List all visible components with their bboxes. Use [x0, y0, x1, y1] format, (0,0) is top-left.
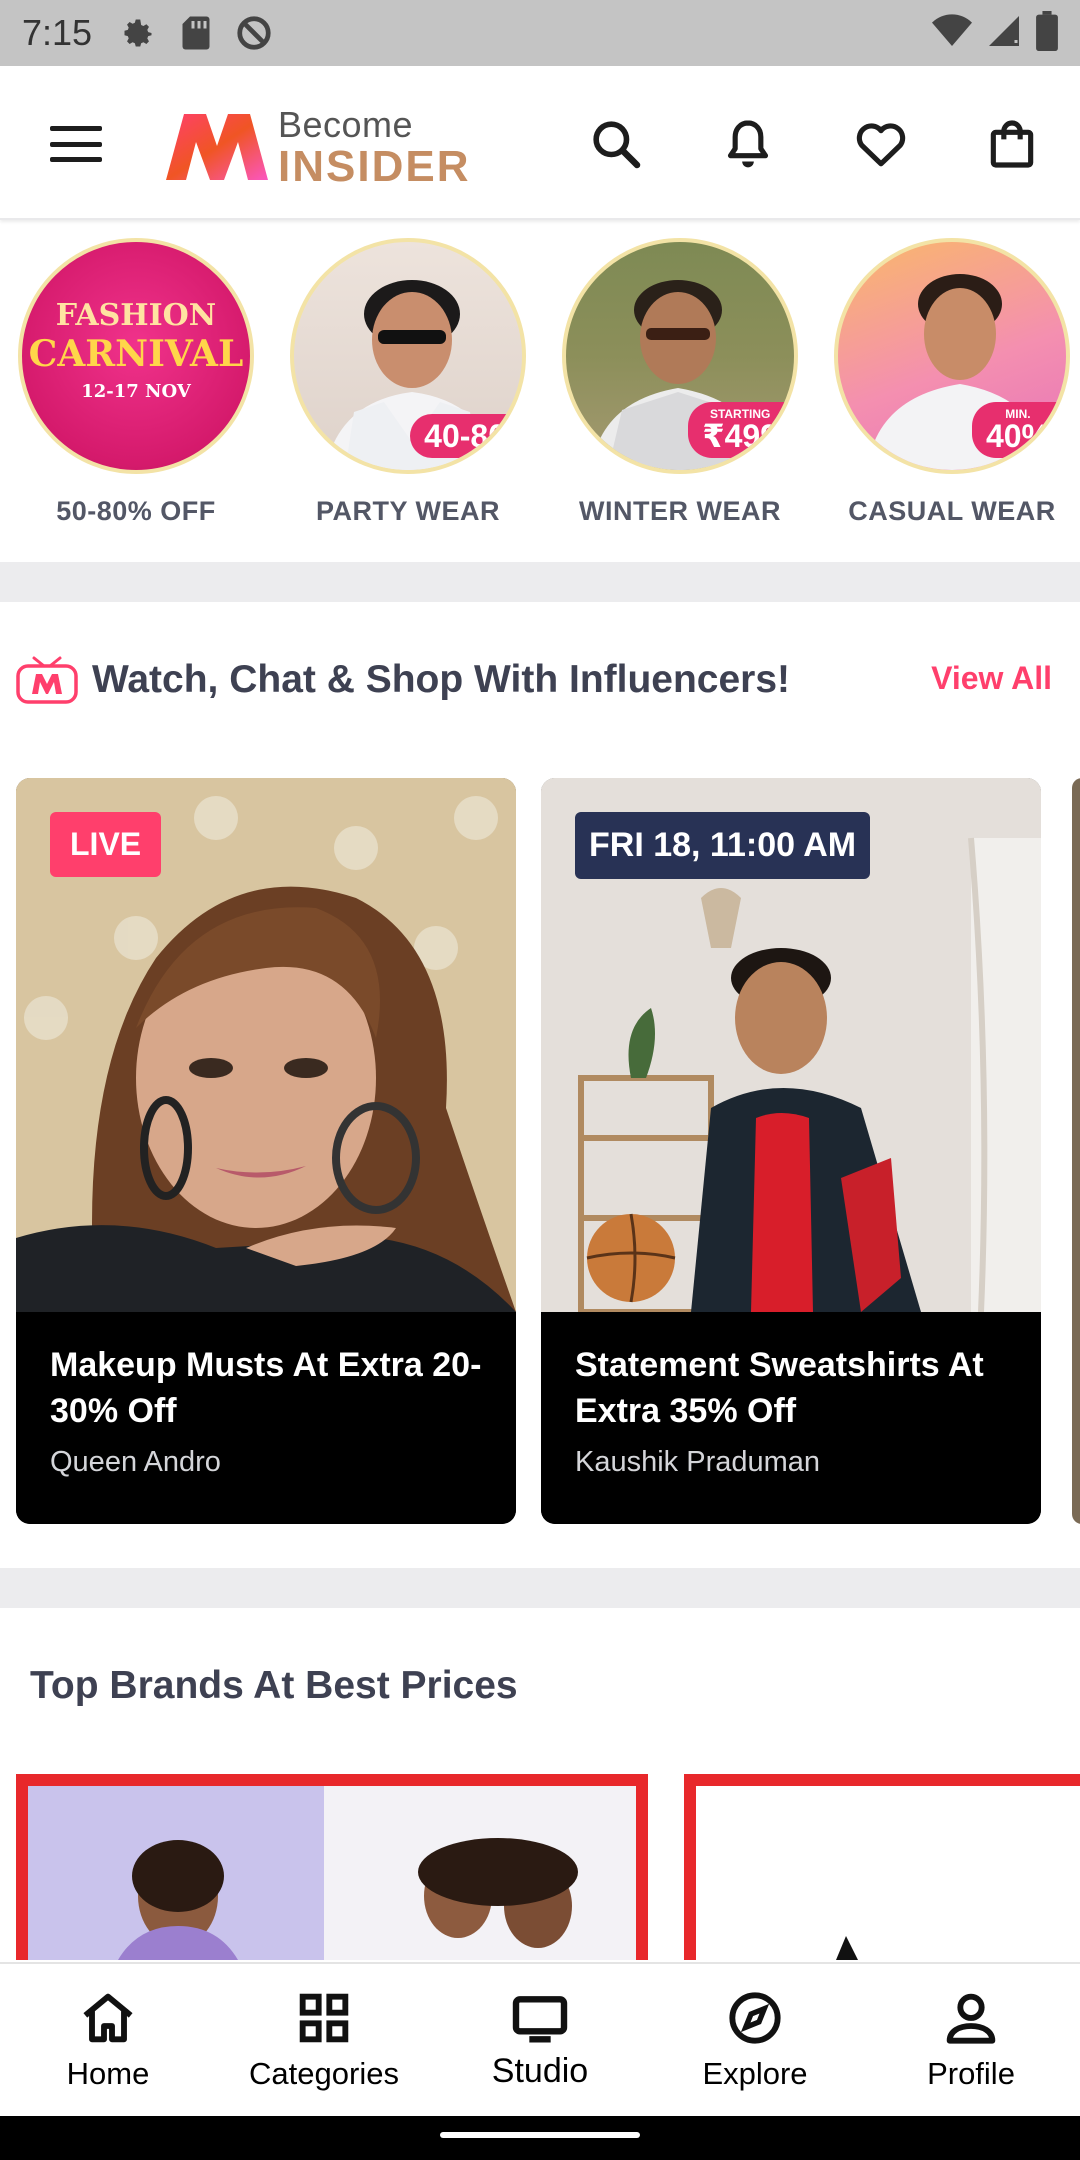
carnival-art-line3: 12-17 NOV: [81, 381, 191, 402]
category-badge: MIN. 40%: [971, 402, 1060, 458]
badge-value: 40%: [985, 418, 1050, 454]
view-all-link[interactable]: View All: [931, 660, 1052, 697]
bottom-navigation: Home Categories Studio Explore Profile: [0, 1962, 1080, 2116]
nav-label: Profile: [927, 2056, 1015, 2091]
nav-studio[interactable]: Studio: [440, 1964, 640, 2118]
brand-card[interactable]: [16, 1774, 648, 1960]
live-tv-icon: [14, 654, 80, 706]
badge-value: ₹499: [702, 418, 778, 454]
category-badge: STARTING ₹499: [688, 402, 788, 458]
notification-bell-icon[interactable]: [720, 116, 776, 172]
wifi-icon: [932, 13, 972, 53]
category-item[interactable]: STARTING ₹499 WINTER WEAR: [560, 238, 800, 527]
settings-icon: [118, 13, 158, 53]
battery-icon: [1036, 10, 1058, 56]
top-brands-title: Top Brands At Best Prices: [30, 1664, 518, 1707]
data-saver-icon: [234, 13, 274, 53]
influencer-photo: LIVE: [16, 778, 516, 1312]
logo-text-insider: INSIDER: [278, 142, 471, 191]
wishlist-heart-icon[interactable]: [852, 116, 908, 172]
nav-label: Categories: [249, 2056, 399, 2091]
sd-card-icon: [176, 13, 216, 53]
shopping-bag-icon[interactable]: [984, 116, 1040, 172]
next-influencer-card-peek[interactable]: [1072, 778, 1080, 1524]
influencer-name: Queen Andro: [50, 1446, 221, 1478]
influencer-card-info: Statement Sweatshirts At Extra 35% Off K…: [541, 1312, 1041, 1524]
influencer-card[interactable]: LIVE Makeup Musts At Extra 20-30% Off Qu…: [16, 778, 516, 1524]
brand-card[interactable]: [684, 1774, 1080, 1960]
status-time: 7:15: [22, 12, 93, 53]
logo-text-become: Become: [278, 104, 414, 145]
category-item[interactable]: MIN. 40% CASUAL WEAR: [832, 238, 1072, 527]
nav-home[interactable]: Home: [8, 1964, 208, 2118]
nav-profile[interactable]: Profile: [871, 1964, 1071, 2118]
studio-tv-icon: [508, 1986, 572, 2050]
home-gesture-handle[interactable]: [440, 2132, 640, 2138]
gesture-bar-area: [0, 2116, 1080, 2160]
influencer-section-title: Watch, Chat & Shop With Influencers!: [92, 658, 791, 701]
categories-grid-icon: [292, 1986, 356, 2050]
category-label: 50-80% OFF: [56, 496, 216, 526]
section-divider: [0, 562, 1080, 602]
carnival-art-line1: FASHION: [55, 298, 217, 333]
category-label: CASUAL WEAR: [848, 496, 1056, 526]
compass-icon: [723, 1986, 787, 2050]
menu-icon[interactable]: [50, 126, 102, 162]
schedule-badge: FRI 18, 11:00 AM: [575, 812, 871, 879]
category-image: MIN. 40%: [834, 238, 1070, 474]
carnival-art-line2: CARNIVAL: [28, 333, 244, 375]
category-image: STARTING ₹499: [562, 238, 798, 474]
category-item[interactable]: FASHION CARNIVAL 12-17 NOV 50-80% OFF: [16, 238, 256, 527]
category-image: FASHION CARNIVAL 12-17 NOV: [18, 238, 254, 474]
category-label: WINTER WEAR: [579, 496, 781, 526]
influencer-section-header: Watch, Chat & Shop With Influencers! Vie…: [0, 650, 1080, 710]
category-label: PARTY WEAR: [315, 496, 500, 526]
category-item[interactable]: 40-80 PARTY WEAR: [288, 238, 528, 527]
nav-explore[interactable]: Explore: [655, 1964, 855, 2118]
nav-categories[interactable]: Categories: [224, 1964, 424, 2118]
app-header: Become INSIDER: [0, 66, 1080, 220]
nav-label: Explore: [702, 2056, 808, 2091]
category-badge: 40-80: [410, 414, 516, 458]
influencer-card-info: Makeup Musts At Extra 20-30% Off Queen A…: [16, 1312, 516, 1524]
nav-label: Studio: [491, 2052, 589, 2090]
status-bar: 7:15: [0, 0, 1080, 66]
category-image: 40-80: [290, 238, 526, 474]
signal-icon: [986, 13, 1022, 54]
nav-label: Home: [66, 2056, 150, 2091]
influencer-photo: FRI 18, 11:00 AM: [541, 778, 1041, 1315]
live-badge: LIVE: [50, 812, 162, 877]
home-icon: [76, 1986, 140, 2050]
myntra-insider-logo[interactable]: Become INSIDER: [162, 100, 468, 191]
influencer-name: Kaushik Praduman: [575, 1446, 821, 1478]
person-icon: [939, 1986, 1003, 2050]
influencer-card-title: Statement Sweatshirts At Extra 35% Off: [575, 1346, 984, 1430]
category-carousel: FASHION CARNIVAL 12-17 NOV 50-80% OFF 40…: [0, 230, 1080, 560]
search-icon[interactable]: [588, 116, 644, 172]
influencer-card[interactable]: FRI 18, 11:00 AM Statement Sweatshirts A…: [541, 778, 1041, 1524]
section-divider: [0, 1568, 1080, 1608]
influencer-card-title: Makeup Musts At Extra 20-30% Off: [50, 1346, 482, 1430]
